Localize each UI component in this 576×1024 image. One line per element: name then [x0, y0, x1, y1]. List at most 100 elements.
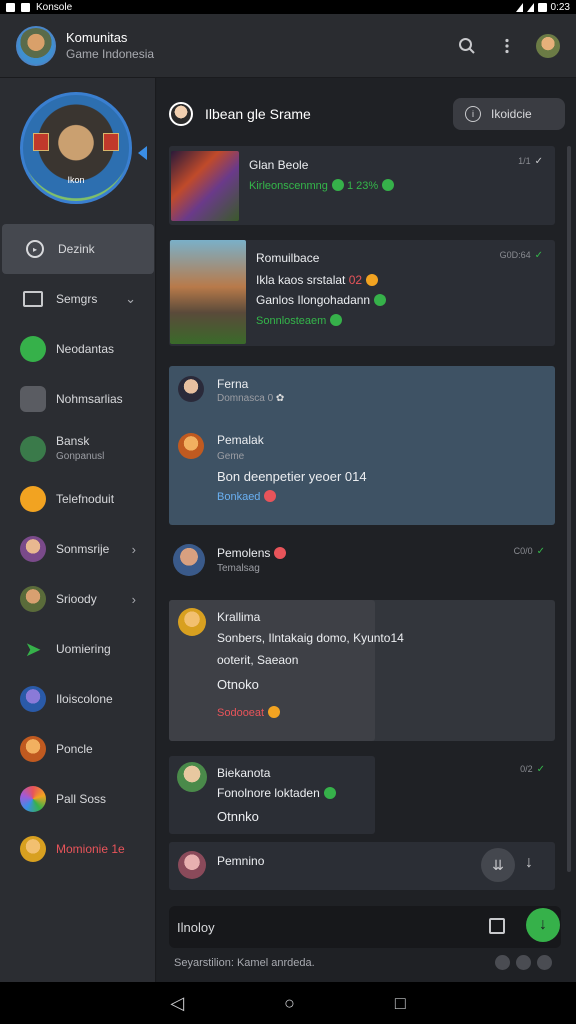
badge-icon — [20, 486, 46, 512]
avatar-icon — [20, 836, 46, 862]
hint-icons — [495, 955, 552, 970]
thread-card[interactable]: Ferna Domnasca 0 ✿ Pemalak Geme Bon deen… — [169, 366, 555, 525]
message-text: Otnoko — [217, 677, 259, 692]
message-line-value: 02 — [348, 273, 363, 287]
chat-avatar[interactable] — [169, 102, 193, 126]
gallery-icon[interactable] — [495, 955, 510, 970]
message-card[interactable]: Krallima Sonbers, Ilntakaig domo, Kyunto… — [169, 600, 555, 741]
user-name: Krallima — [217, 610, 261, 624]
sidebar-item-dezink[interactable]: ▸ Dezink — [2, 224, 154, 274]
message-card[interactable]: Romuilbace Ikla kaos srstalat 02 Ganlos … — [169, 240, 555, 346]
sidebar-item-poncle[interactable]: Poncle — [0, 724, 156, 774]
message-text: ooterit, Saeaon — [217, 653, 299, 667]
scrollbar[interactable] — [567, 146, 571, 872]
user-name: Pemolens — [217, 546, 287, 560]
message-input[interactable] — [177, 919, 477, 935]
message-time: 0/2 ✓ — [520, 764, 545, 775]
sidebar: Ikon ▸ Dezink Semgrs ⌄ Neodantas Nohmsar… — [0, 78, 156, 982]
user-avatar[interactable] — [536, 33, 560, 58]
sidebar-item-semgrs[interactable]: Semgrs ⌄ — [0, 274, 156, 324]
emoji-icon — [366, 274, 379, 286]
user-avatar[interactable] — [173, 544, 205, 576]
user-avatar[interactable] — [178, 433, 204, 459]
message-time-text: 1/1 — [518, 156, 531, 166]
message-card[interactable]: Glan Beole Kirleonscenmng 1 23% 1/1 ✓ — [169, 146, 555, 225]
message-line: Ganlos Ilongohadann — [256, 293, 387, 307]
game-thumbnail[interactable] — [171, 151, 239, 221]
emoji-icon — [331, 179, 344, 191]
chevron-right-icon[interactable]: › — [132, 592, 136, 607]
home-icon[interactable]: ○ — [284, 993, 295, 1014]
message-time-text: C0/0 — [513, 546, 533, 556]
chevron-right-icon[interactable]: › — [132, 542, 136, 557]
sidebar-item-neodantas[interactable]: Neodantas — [0, 324, 156, 374]
avatar-icon — [20, 736, 46, 762]
sidebar-item-label: Uomiering — [56, 641, 111, 656]
message-title: Glan Beole — [249, 158, 309, 172]
emoji-icon — [374, 294, 387, 306]
sidebar-item-pall-soss[interactable]: Pall Soss — [0, 774, 156, 824]
sidebar-item-uomiering[interactable]: ➤ Uomiering — [0, 624, 156, 674]
community-avatar[interactable] — [16, 25, 56, 66]
message-row[interactable]: Pemnino ⇊ ↓ — [169, 842, 555, 890]
send-button[interactable]: ↓ — [526, 908, 560, 942]
bird-icon: ➤ — [24, 638, 42, 661]
wifi-icon — [515, 2, 523, 12]
more-vert-icon[interactable] — [496, 35, 518, 57]
copyright-icon[interactable] — [516, 955, 531, 970]
sidebar-item-nohmsarlias[interactable]: Nohmsarlias — [0, 374, 156, 424]
arrow-down-icon[interactable]: ↓ — [525, 854, 533, 872]
check-icon: ✓ — [536, 546, 545, 557]
sidebar-item-sonmsrije[interactable]: Sonmsrije › — [0, 524, 156, 574]
leaf-icon — [20, 436, 46, 462]
chevron-down-icon[interactable]: ⌄ — [125, 291, 136, 307]
message-row[interactable]: Biekanota Fonolnore loktaden Otnnko 0/2 ✓ — [169, 756, 555, 834]
composer-hint: Seyarstilion: Kamel anrdeda. — [174, 957, 315, 969]
attach-icon[interactable] — [489, 918, 505, 934]
user-avatar[interactable] — [178, 376, 204, 402]
sidebar-item-label: Bansk Gonpanusl — [56, 434, 104, 464]
message-tag-text: Bonkaed — [217, 491, 261, 503]
sidebar-item-sub: Gonpanusl — [56, 451, 105, 462]
user-avatar[interactable] — [178, 851, 206, 879]
user-avatar[interactable] — [178, 608, 206, 636]
message-text: Otnnko — [217, 809, 259, 824]
chat-bubble-icon — [20, 336, 46, 362]
message-text: Bon deenpetier yeoer 014 — [217, 469, 367, 484]
sidebar-nav: ▸ Dezink Semgrs ⌄ Neodantas Nohmsarlias … — [0, 224, 156, 874]
message-row[interactable]: Pemolens Temalsag C0/0 ✓ — [169, 540, 555, 586]
search-icon[interactable] — [456, 35, 478, 57]
status-left-text: Konsole — [36, 1, 73, 13]
chat-title: Ilbean gle Srame — [205, 106, 311, 122]
info-button[interactable]: i Ikoidcie — [453, 98, 565, 130]
emoji-icon — [268, 706, 281, 718]
message-time-text: 0/2 — [520, 764, 533, 774]
back-icon[interactable]: ◁ — [170, 993, 184, 1014]
status-bar: Konsole 0:23 — [0, 0, 576, 14]
message-text-value: Fonolnore loktaden — [217, 786, 320, 800]
sidebar-item-bansk[interactable]: Bansk Gonpanusl — [0, 424, 156, 474]
flag-icon — [103, 133, 119, 151]
sidebar-item-label: Neodantas — [56, 341, 115, 356]
user-status-text: Domnasca 0 — [217, 393, 274, 404]
check-icon: ✓ — [534, 250, 543, 261]
recents-icon[interactable]: □ — [395, 993, 406, 1014]
emoji-icon — [330, 314, 343, 326]
chat-header: Ilbean gle Srame i Ikoidcie — [169, 96, 565, 132]
message-time-text: G0D:64 — [499, 250, 531, 260]
sidebar-item-momionie[interactable]: Momionie 1e — [0, 824, 156, 874]
profile-avatar[interactable]: Ikon — [20, 92, 132, 204]
user-name: Pemalak — [217, 433, 264, 447]
game-thumbnail[interactable] — [170, 240, 246, 344]
sidebar-item-iloiscolone[interactable]: Iloiscolone — [0, 674, 156, 724]
emoji-icon — [264, 490, 277, 502]
scroll-down-button[interactable]: ⇊ — [481, 848, 515, 882]
user-avatar[interactable] — [177, 762, 207, 792]
message-line-value: 1 23% — [346, 180, 379, 192]
message-line-text: Kirleonscenmng — [249, 180, 328, 192]
sidebar-item-title: Bansk — [56, 434, 90, 448]
sidebar-item-telefnoduit[interactable]: Telefnoduit — [0, 474, 156, 524]
sidebar-item-srioody[interactable]: Srioody › — [0, 574, 156, 624]
sidebar-item-label: Iloiscolone — [56, 691, 113, 706]
emoji-icon[interactable] — [537, 955, 552, 970]
